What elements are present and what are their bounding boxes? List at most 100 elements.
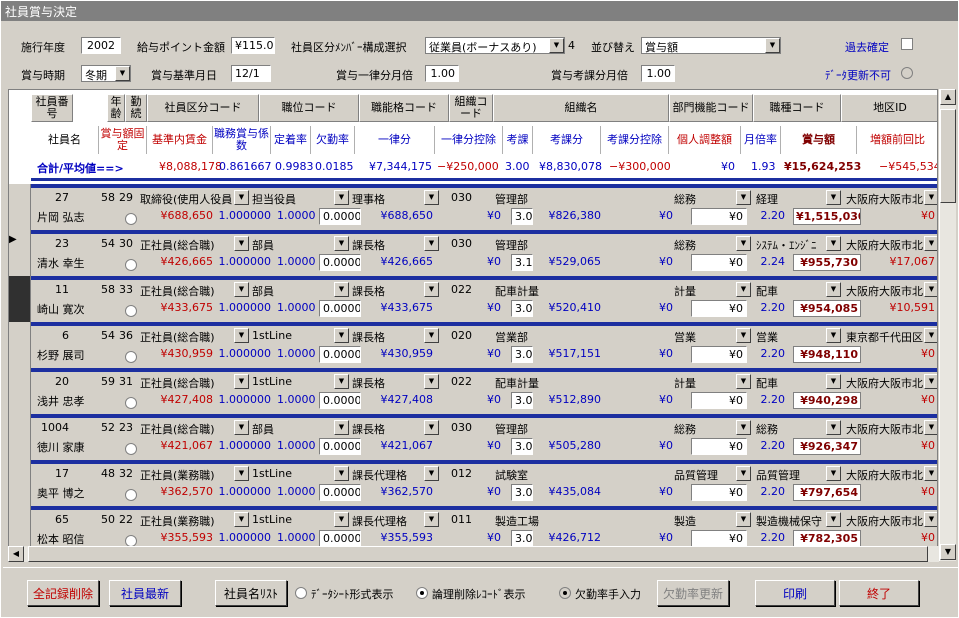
job-code[interactable]: 配車 ▼ <box>753 374 841 391</box>
chevron-down-icon[interactable]: ▼ <box>924 512 937 527</box>
row-selector[interactable] <box>9 460 31 506</box>
hscroll-thumb[interactable] <box>28 546 928 562</box>
col-fixed[interactable]: 賞与額固定 <box>99 126 147 154</box>
chevron-down-icon[interactable]: ▼ <box>826 328 841 343</box>
adj[interactable]: ¥0 <box>691 208 747 225</box>
position-code[interactable]: 部員 ▼ <box>249 236 349 253</box>
dept-code[interactable]: 営業 ▼ <box>671 328 751 345</box>
dept-code[interactable]: 製造 ▼ <box>671 512 751 529</box>
col-org-code[interactable]: 組織コード <box>449 94 493 122</box>
grade-code[interactable]: 課長格 ▼ <box>349 236 439 253</box>
adj[interactable]: ¥0 <box>691 484 747 501</box>
eval[interactable]: 3.0 <box>511 530 533 547</box>
chevron-down-icon[interactable]: ▼ <box>924 328 937 343</box>
dept-code[interactable]: 総務 ▼ <box>671 236 751 253</box>
grade-code[interactable]: 課長代理格 ▼ <box>349 512 439 529</box>
col-eval-ded[interactable]: 考課分控除 <box>601 126 669 154</box>
col-adj[interactable]: 個人調整額 <box>669 126 741 154</box>
absence-input-radio[interactable] <box>559 587 571 599</box>
chevron-down-icon[interactable]: ▼ <box>826 236 841 251</box>
chevron-down-icon[interactable]: ▼ <box>424 190 439 205</box>
fixed-radio[interactable] <box>125 305 137 317</box>
chevron-down-icon[interactable]: ▼ <box>424 328 439 343</box>
area-id[interactable]: 大阪府大阪市北 ▼ <box>843 374 937 391</box>
row-selector[interactable]: ▶ <box>9 230 31 276</box>
fixed-radio[interactable] <box>125 397 137 409</box>
chevron-down-icon[interactable]: ▼ <box>826 466 841 481</box>
grade-code[interactable]: 理事格 ▼ <box>349 190 439 207</box>
chevron-down-icon[interactable]: ▼ <box>924 420 937 435</box>
chevron-down-icon[interactable]: ▼ <box>826 420 841 435</box>
area-id[interactable]: 大阪府大阪市北 ▼ <box>843 236 937 253</box>
chevron-down-icon[interactable]: ▼ <box>234 374 249 389</box>
col-prev[interactable]: 増額前回比 <box>857 126 937 154</box>
eval[interactable]: 3.1 <box>511 254 533 271</box>
exit-button[interactable]: 終了 <box>839 580 919 606</box>
chevron-down-icon[interactable]: ▼ <box>924 190 937 205</box>
area-id[interactable]: 大阪府大阪市北 ▼ <box>843 190 937 207</box>
scroll-thumb[interactable] <box>940 109 956 203</box>
chevron-down-icon[interactable]: ▼ <box>826 512 841 527</box>
base-date-field[interactable]: 12/1 <box>231 65 271 82</box>
job-code[interactable]: 配車 ▼ <box>753 282 841 299</box>
col-retention[interactable]: 定着率 <box>271 126 311 154</box>
logical-delete-radio[interactable] <box>416 587 428 599</box>
adj[interactable]: ¥0 <box>691 346 747 363</box>
chevron-down-icon[interactable]: ▼ <box>736 466 751 481</box>
chevron-down-icon[interactable]: ▼ <box>736 236 751 251</box>
dept-code[interactable]: 総務 ▼ <box>671 190 751 207</box>
past-confirm-checkbox[interactable] <box>901 38 913 50</box>
class-code[interactable]: 正社員(業務職) ▼ <box>137 466 249 483</box>
chevron-down-icon[interactable]: ▼ <box>826 190 841 205</box>
absence[interactable]: 0.0000 <box>319 300 361 317</box>
col-eval[interactable]: 考課 <box>503 126 533 154</box>
chevron-down-icon[interactable]: ▼ <box>424 374 439 389</box>
absence[interactable]: 0.0000 <box>319 392 361 409</box>
scroll-up-icon[interactable]: ▲ <box>940 89 956 105</box>
chevron-down-icon[interactable]: ▼ <box>334 512 349 527</box>
chevron-down-icon[interactable]: ▼ <box>826 282 841 297</box>
print-button[interactable]: 印刷 <box>755 580 835 606</box>
chevron-down-icon[interactable]: ▼ <box>234 328 249 343</box>
chevron-down-icon[interactable]: ▼ <box>334 374 349 389</box>
col-age[interactable]: 年齢 <box>107 94 125 122</box>
fixed-radio[interactable] <box>125 259 137 271</box>
class-code[interactable]: 正社員(総合職) ▼ <box>137 236 249 253</box>
col-bonus[interactable]: 賞与額 <box>781 126 857 154</box>
col-absence[interactable]: 欠勤率 <box>311 126 355 154</box>
class-code[interactable]: 正社員(総合職) ▼ <box>137 282 249 299</box>
job-code[interactable]: 製造機械保守 ▼ <box>753 512 841 529</box>
col-base-wage[interactable]: 基準内賃金 <box>147 126 213 154</box>
row-selector[interactable] <box>9 322 31 368</box>
refresh-employees-button[interactable]: 社員最新 <box>109 580 181 606</box>
row-selector[interactable] <box>9 368 31 414</box>
absence[interactable]: 0.0000 <box>319 438 361 455</box>
absence[interactable]: 0.0000 <box>319 254 361 271</box>
scroll-left-icon[interactable]: ◀ <box>8 546 24 562</box>
eval[interactable]: 3.0 <box>511 392 533 409</box>
chevron-down-icon[interactable]: ▼ <box>736 282 751 297</box>
chevron-down-icon[interactable]: ▼ <box>736 420 751 435</box>
row-selector[interactable] <box>9 414 31 460</box>
chevron-down-icon[interactable]: ▼ <box>424 512 439 527</box>
chevron-down-icon[interactable]: ▼ <box>334 236 349 251</box>
adj[interactable]: ¥0 <box>691 530 747 547</box>
area-id[interactable]: 大阪府大阪市北 ▼ <box>843 512 937 529</box>
chevron-down-icon[interactable]: ▼ <box>334 190 349 205</box>
grade-code[interactable]: 課長格 ▼ <box>349 420 439 437</box>
col-job-code[interactable]: 職種コード <box>753 94 841 122</box>
absence[interactable]: 0.0000 <box>319 208 361 225</box>
chevron-down-icon[interactable]: ▼ <box>924 374 937 389</box>
chevron-down-icon[interactable]: ▼ <box>424 236 439 251</box>
col-tenure[interactable]: 勤続 <box>125 94 147 122</box>
adj[interactable]: ¥0 <box>691 254 747 271</box>
row-selector[interactable] <box>9 184 31 230</box>
dept-code[interactable]: 品質管理 ▼ <box>671 466 751 483</box>
position-code[interactable]: 部員 ▼ <box>249 282 349 299</box>
chevron-down-icon[interactable]: ▼ <box>334 282 349 297</box>
chevron-down-icon[interactable]: ▼ <box>424 420 439 435</box>
fixed-radio[interactable] <box>125 351 137 363</box>
eval[interactable]: 3.0 <box>511 346 533 363</box>
period-select[interactable]: 冬期 ▼ <box>81 65 131 82</box>
sheet-view-radio[interactable] <box>295 587 307 599</box>
